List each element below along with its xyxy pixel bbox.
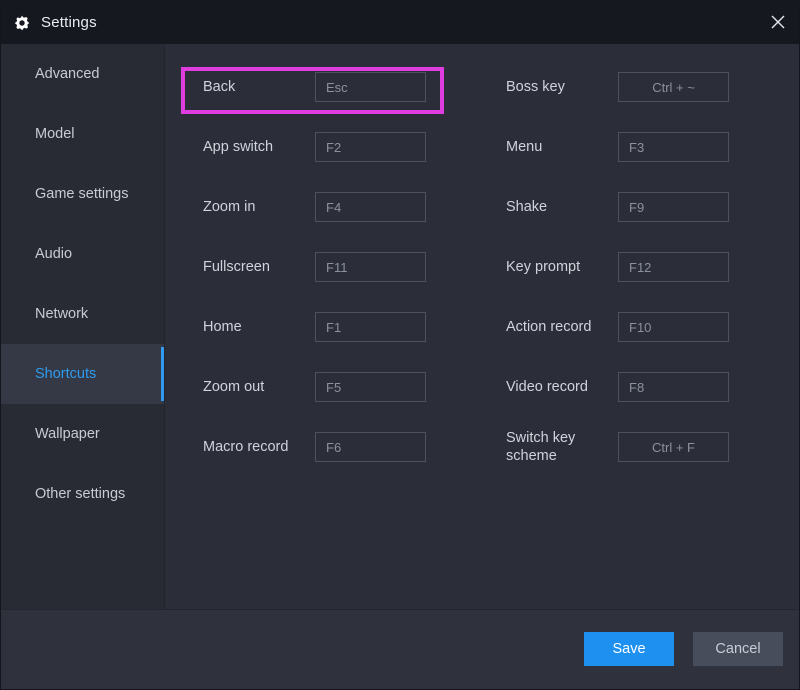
shortcut-input-zoom-in[interactable]: F4: [315, 192, 426, 222]
shortcut-input-action-record[interactable]: F10: [618, 312, 729, 342]
shortcut-row-menu: Menu F3: [506, 132, 729, 162]
sidebar-item-label: Audio: [35, 246, 73, 262]
shortcut-row-macro-record: Macro record F6: [203, 432, 426, 462]
sidebar-item-network[interactable]: Network: [1, 284, 164, 344]
shortcut-input-fullscreen[interactable]: F11: [315, 252, 426, 282]
gear-icon: [13, 14, 31, 32]
sidebar-item-model[interactable]: Model: [1, 104, 164, 164]
sidebar-item-other-settings[interactable]: Other settings: [1, 464, 164, 524]
window-title: Settings: [41, 14, 97, 31]
shortcut-row-zoom-in: Zoom in F4: [203, 192, 426, 222]
shortcut-label: App switch: [203, 138, 274, 155]
sidebar-item-label: Other settings: [35, 486, 126, 502]
shortcut-row-key-prompt: Key prompt F12: [506, 252, 729, 282]
sidebar-item-label: Game settings: [35, 186, 129, 202]
shortcut-input-switch-key-scheme[interactable]: Ctrl + F: [618, 432, 729, 462]
shortcut-label: Video record: [506, 378, 588, 395]
shortcut-input-menu[interactable]: F3: [618, 132, 729, 162]
sidebar-item-game-settings[interactable]: Game settings: [1, 164, 164, 224]
shortcut-row-back: Back Esc: [203, 72, 426, 102]
shortcut-label: Key prompt: [506, 258, 581, 275]
shortcut-label: Macro record: [203, 438, 289, 455]
sidebar-item-audio[interactable]: Audio: [1, 224, 164, 284]
sidebar-item-label: Network: [35, 306, 89, 322]
shortcut-label: Shake: [506, 198, 548, 215]
shortcut-input-video-record[interactable]: F8: [618, 372, 729, 402]
shortcut-label: Zoom out: [203, 378, 265, 395]
sidebar-item-label: Wallpaper: [35, 426, 100, 442]
footer-bar: Save Cancel: [1, 609, 799, 689]
shortcut-row-shake: Shake F9: [506, 192, 729, 222]
shortcut-label: Home: [203, 318, 242, 335]
shortcut-label: Menu: [506, 138, 543, 155]
sidebar-item-label: Model: [35, 126, 75, 142]
sidebar: Advanced Model Game settings Audio Netwo…: [1, 44, 165, 609]
shortcut-row-app-switch: App switch F2: [203, 132, 426, 162]
title-bar: Settings: [1, 1, 799, 44]
shortcut-input-key-prompt[interactable]: F12: [618, 252, 729, 282]
shortcut-input-zoom-out[interactable]: F5: [315, 372, 426, 402]
save-button-label: Save: [612, 641, 646, 657]
shortcut-label: Back: [203, 78, 236, 95]
sidebar-item-advanced[interactable]: Advanced: [1, 44, 164, 104]
shortcut-row-boss-key: Boss key Ctrl + ~: [506, 72, 729, 102]
shortcut-label: Switch key scheme: [506, 430, 576, 464]
shortcut-row-zoom-out: Zoom out F5: [203, 372, 426, 402]
sidebar-item-label: Shortcuts: [35, 366, 97, 382]
shortcut-label: Fullscreen: [203, 258, 270, 275]
cancel-button[interactable]: Cancel: [693, 632, 783, 666]
sidebar-item-wallpaper[interactable]: Wallpaper: [1, 404, 164, 464]
cancel-button-label: Cancel: [715, 641, 761, 657]
sidebar-item-label: Advanced: [35, 66, 100, 82]
shortcuts-panel: Back Esc App switch F2 Zoom in F4 Fullsc…: [165, 44, 799, 609]
shortcut-row-action-record: Action record F10: [506, 312, 729, 342]
shortcut-row-home: Home F1: [203, 312, 426, 342]
shortcut-label: Zoom in: [203, 198, 256, 215]
sidebar-item-shortcuts[interactable]: Shortcuts: [1, 344, 164, 404]
shortcut-input-boss-key[interactable]: Ctrl + ~: [618, 72, 729, 102]
settings-window: Settings Advanced Model Game settings Au…: [0, 0, 800, 690]
shortcut-input-home[interactable]: F1: [315, 312, 426, 342]
shortcut-row-fullscreen: Fullscreen F11: [203, 252, 426, 282]
shortcut-input-back[interactable]: Esc: [315, 72, 426, 102]
shortcut-input-shake[interactable]: F9: [618, 192, 729, 222]
shortcut-row-video-record: Video record F8: [506, 372, 729, 402]
shortcut-row-switch-key-scheme: Switch key scheme Ctrl + F: [506, 430, 729, 464]
shortcut-input-app-switch[interactable]: F2: [315, 132, 426, 162]
save-button[interactable]: Save: [584, 632, 674, 666]
close-icon[interactable]: [761, 6, 795, 38]
shortcut-label: Action record: [506, 318, 592, 335]
shortcut-label: Boss key: [506, 78, 565, 95]
shortcut-input-macro-record[interactable]: F6: [315, 432, 426, 462]
